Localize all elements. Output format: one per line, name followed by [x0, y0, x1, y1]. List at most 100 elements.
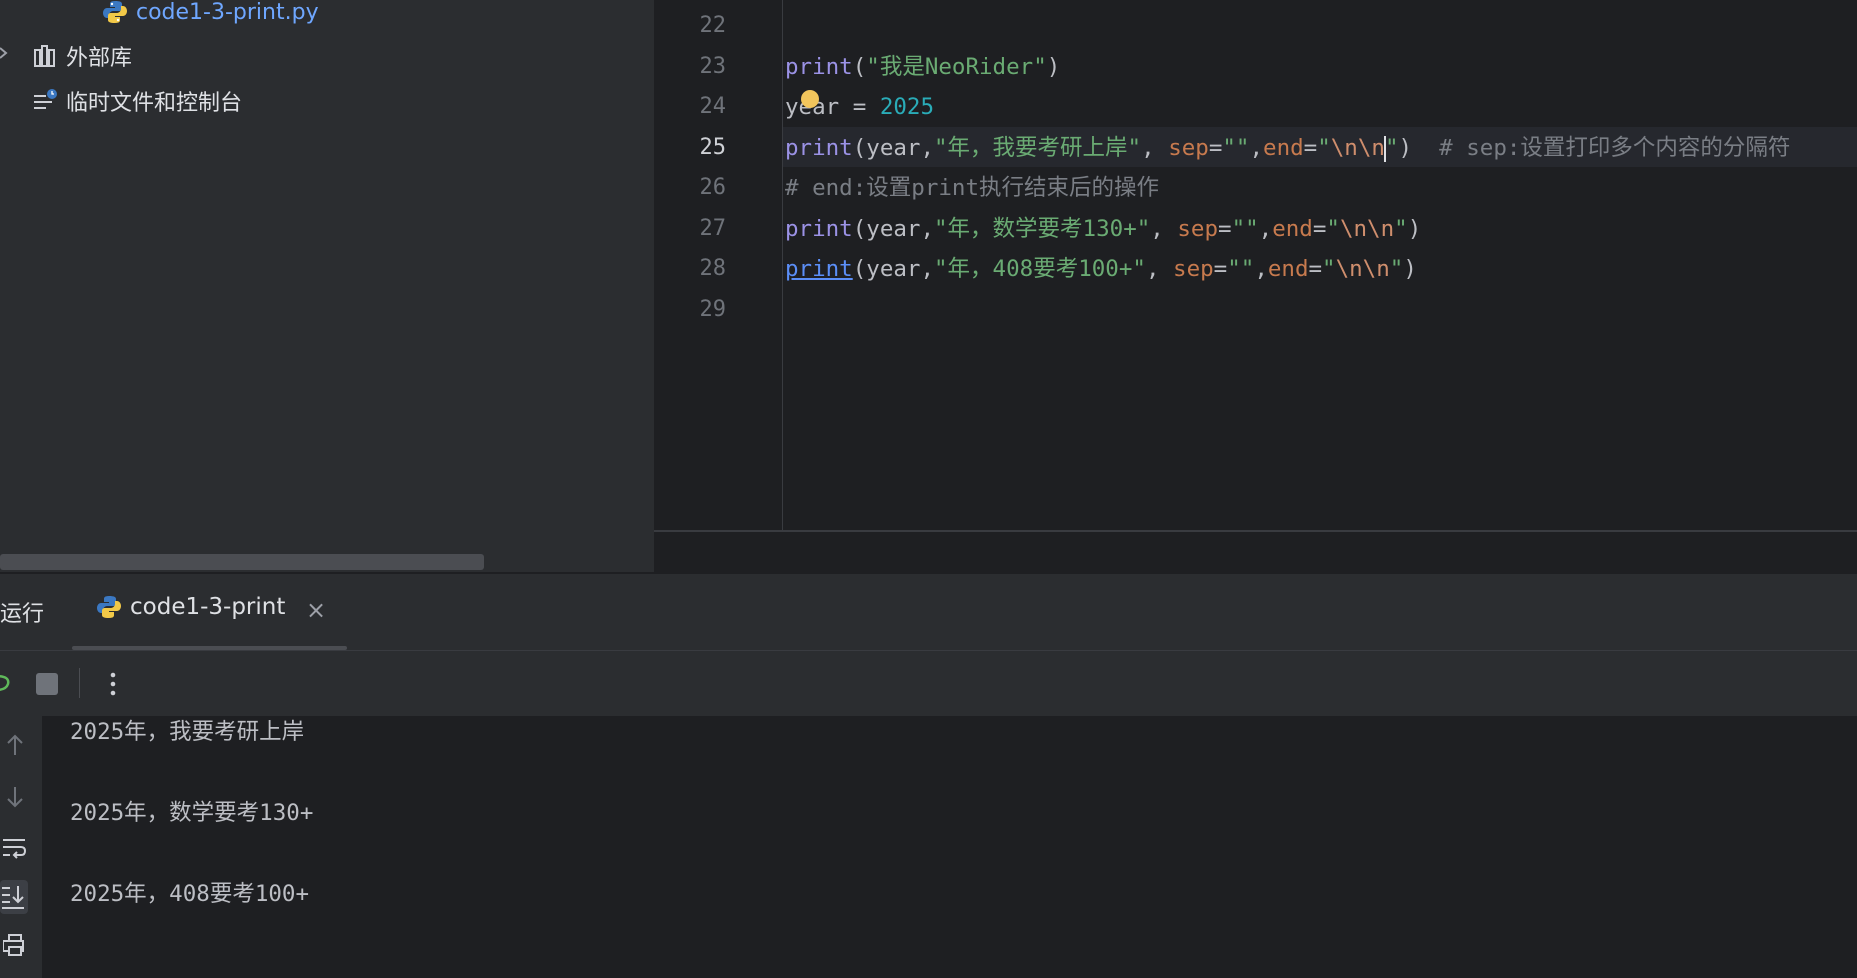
stop-button[interactable]: [36, 673, 58, 695]
code-token: (: [852, 54, 867, 80]
more-vertical-icon: [110, 672, 116, 696]
code-line-23[interactable]: print("我是NeoRider"): [785, 47, 1060, 87]
stop-icon: [36, 673, 58, 695]
code-token: =: [1208, 135, 1223, 161]
code-token: =: [1308, 256, 1323, 282]
code-token: "": [1222, 135, 1250, 161]
code-token: sep: [1168, 135, 1209, 161]
lightbulb-icon[interactable]: [801, 90, 819, 108]
print-icon[interactable]: [0, 930, 30, 960]
line-number: 29: [699, 297, 727, 322]
toolbar-separator: [79, 668, 80, 698]
line-number: 26: [699, 175, 727, 200]
down-arrow-icon[interactable]: [0, 782, 30, 812]
code-token: "年，数学要考130+": [934, 216, 1151, 242]
more-options-button[interactable]: [104, 670, 122, 698]
code-token: =: [1303, 135, 1318, 161]
library-icon: [34, 45, 55, 67]
python-file-icon: [97, 596, 121, 618]
code-token: sep: [1177, 216, 1219, 242]
code-token: ,: [1141, 135, 1169, 161]
code-token: end: [1272, 216, 1313, 242]
code-token: "年，我要考研上岸": [934, 135, 1142, 161]
scratch-console-icon: [34, 89, 57, 109]
code-token: ": [1389, 256, 1404, 282]
tree-item-label: 临时文件和控制台: [66, 91, 243, 116]
code-token: ): [1398, 135, 1440, 161]
line-number: 23: [699, 54, 727, 79]
code-token: ": [1326, 216, 1340, 242]
code-token: "我是NeoRider": [866, 54, 1047, 80]
code-token: print: [785, 54, 853, 80]
code-token: (year,: [852, 135, 935, 161]
console-side-toolbar: [0, 716, 42, 978]
run-panel: 运行 code1-3-print × 2025年，我要考研上岸 2025年，数学…: [0, 572, 1857, 978]
code-token: "": [1227, 256, 1255, 282]
console-output[interactable]: 2025年，我要考研上岸 2025年，数学要考130+ 2025年，408要考1…: [42, 716, 1857, 978]
code-token: "年，408要考100+": [934, 256, 1146, 282]
code-token: ,: [1254, 256, 1268, 282]
tree-item-label: code1-3-print.py: [136, 0, 319, 25]
code-comment: # end:设置print执行结束后的操作: [785, 175, 1160, 201]
close-icon[interactable]: ×: [306, 596, 326, 624]
code-token: ,: [1249, 135, 1264, 161]
scroll-to-end-icon[interactable]: [0, 880, 28, 914]
line-number: 25: [699, 135, 727, 160]
code-line-28[interactable]: print(year,"年，408要考100+", sep="",end="\n…: [785, 249, 1417, 289]
code-token: 2025: [879, 94, 935, 120]
horizontal-scrollbar[interactable]: [0, 554, 484, 570]
up-arrow-icon[interactable]: [0, 730, 30, 760]
code-token: ": [1384, 135, 1399, 161]
code-token: \n\n: [1335, 256, 1390, 282]
line-number: 28: [699, 256, 727, 281]
output-line: 2025年，我要考研上岸: [70, 719, 305, 745]
toolbar-divider: [0, 650, 1857, 651]
code-token: (year,: [852, 216, 935, 242]
soft-wrap-icon[interactable]: [0, 832, 30, 862]
rerun-button[interactable]: [0, 668, 14, 698]
code-token: =: [1312, 216, 1327, 242]
panel-divider: [0, 572, 1857, 574]
code-token: \n\n: [1339, 216, 1395, 242]
code-line-25[interactable]: print(year,"年，我要考研上岸", sep="",end="\n\n"…: [785, 128, 1790, 168]
code-token: year =: [785, 94, 880, 120]
run-tab-label: code1-3-print: [130, 594, 286, 620]
tree-item-scratches-consoles[interactable]: 临时文件和控制台: [32, 82, 242, 120]
code-token: ): [1046, 54, 1061, 80]
code-token: ": [1317, 135, 1331, 161]
code-comment: # sep:设置打印多个内容的分隔符: [1439, 135, 1791, 161]
run-panel-title: 运行: [0, 602, 45, 627]
chevron-right-icon[interactable]: [0, 46, 10, 60]
editor-divider: [654, 530, 1857, 532]
code-token: end: [1267, 256, 1309, 282]
line-number-gutter: 22 23 24 25 26 27 28 29: [654, 0, 782, 530]
output-line: 2025年，数学要考130+: [70, 800, 314, 826]
output-line: 2025年，408要考100+: [70, 881, 310, 907]
code-editor[interactable]: 22 23 24 25 26 27 28 29 print("我是NeoRide…: [654, 0, 1857, 572]
tree-item-label: 外部库: [66, 46, 133, 71]
code-token: ,: [1150, 216, 1178, 242]
line-number: 22: [699, 13, 727, 38]
tree-item-code1-3-print-py[interactable]: code1-3-print.py: [102, 0, 319, 31]
code-line-26[interactable]: # end:设置print执行结束后的操作: [785, 168, 1159, 208]
code-token: ,: [1145, 256, 1174, 282]
tree-item-external-libraries[interactable]: 外部库: [32, 37, 132, 75]
gutter-divider: [782, 0, 783, 530]
code-token: \n\n: [1330, 135, 1385, 161]
line-number: 24: [699, 94, 727, 119]
project-tree: code1-3-print.py 外部库 临时文件和控制台: [0, 0, 654, 572]
code-token: ): [1407, 216, 1422, 242]
code-token: =: [1213, 256, 1228, 282]
rerun-icon: [0, 674, 10, 691]
line-number: 27: [699, 216, 727, 241]
code-line-27[interactable]: print(year,"年，数学要考130+", sep="",end="\n\…: [785, 209, 1421, 249]
code-token: ,: [1258, 216, 1273, 242]
code-token: (year,: [852, 256, 935, 282]
run-tab[interactable]: code1-3-print: [96, 594, 285, 620]
code-token: =: [1218, 216, 1232, 242]
code-token[interactable]: print: [785, 256, 853, 282]
code-token: ": [1394, 216, 1408, 242]
code-token: print: [785, 216, 853, 242]
code-token: end: [1263, 135, 1304, 161]
python-file-icon: [103, 1, 127, 23]
